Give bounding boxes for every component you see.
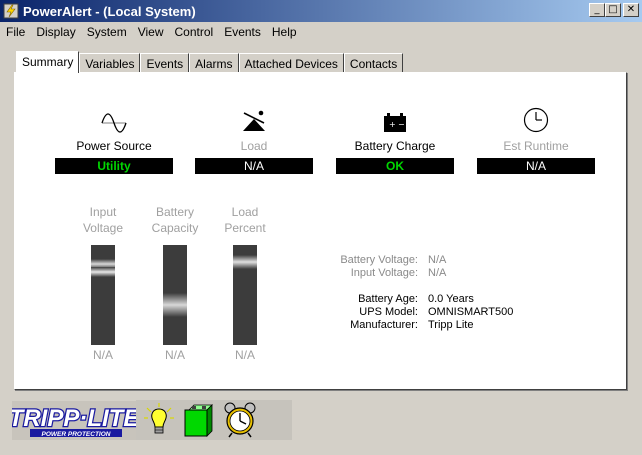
window-title: PowerAlert - (Local System) [23, 3, 196, 19]
gauge-indicator [91, 267, 115, 277]
svg-text:−: − [398, 120, 405, 129]
input-voltage-label: Input Voltage: [350, 267, 418, 279]
tab-variables[interactable]: Variables [79, 53, 141, 73]
menu-display[interactable]: Display [30, 25, 80, 39]
sine-wave-icon [101, 113, 127, 133]
tab-summary[interactable]: Summary [16, 51, 80, 73]
alarm-clock-icon[interactable] [224, 402, 256, 438]
runtime-value: N/A [477, 158, 595, 174]
power-source-status: Power Source Utility [55, 105, 173, 174]
gauge-title-line2: Percent [224, 221, 266, 235]
gauge-bar [233, 245, 257, 345]
runtime-label: Est Runtime [503, 139, 569, 153]
battery-voltage-row: Battery Voltage: N/A [300, 254, 446, 266]
gauge-bar [163, 245, 187, 345]
tab-contacts[interactable]: Contacts [343, 53, 404, 73]
lightbulb-icon[interactable] [144, 403, 174, 437]
close-button[interactable]: ✕ [623, 3, 639, 17]
maximize-button[interactable]: □ [605, 3, 621, 17]
menu-events[interactable]: Events [218, 25, 266, 39]
tab-events[interactable]: Events [140, 53, 190, 73]
menu-help[interactable]: Help [266, 25, 302, 39]
battery-charge-status: + − Battery Charge OK [336, 105, 454, 174]
brand-logo-image: TRIPP·LITE POWER PROTECTION [7, 404, 141, 438]
battery-icon: + − [384, 113, 406, 132]
gauge-value: N/A [234, 348, 255, 362]
gauge-bar [91, 245, 115, 345]
battery-voltage-label: Battery Voltage: [340, 254, 418, 266]
tripp-lite-logo: TRIPP·LITE POWER PROTECTION [7, 401, 142, 440]
brand-name: TRIPP·LITE [12, 405, 136, 432]
menu-bar: File Display System View Control Events … [0, 22, 642, 41]
scale-icon [243, 110, 265, 131]
battery-age-row: Battery Age: 0.0 Years [300, 293, 474, 305]
menu-system[interactable]: System [81, 25, 132, 39]
load-percent-gauge: Load Percent N/A [215, 204, 275, 362]
power-source-value: Utility [55, 158, 173, 174]
tab-strip: Summary Variables Events Alarms Attached… [16, 51, 404, 73]
load-label: Load [240, 139, 268, 153]
gauge-title-line2: Capacity [151, 221, 199, 235]
input-voltage-gauge: Input Voltage N/A [73, 204, 133, 362]
gauge-indicator [163, 293, 187, 317]
battery-capacity-gauge: Battery Capacity N/A [145, 204, 205, 362]
status-tray [136, 400, 292, 440]
gauge-indicator [233, 255, 257, 269]
battery-charge-value: OK [336, 158, 454, 174]
gauge-value: N/A [164, 348, 185, 362]
clock-icon [523, 107, 549, 133]
battery-voltage-value: N/A [428, 254, 447, 266]
menu-control[interactable]: Control [169, 25, 219, 39]
gauge-title-line1: Battery [155, 205, 194, 219]
svg-text:+: + [389, 120, 396, 129]
input-voltage-value: N/A [428, 267, 447, 279]
manufacturer-row: Manufacturer: Tripp Lite [300, 319, 473, 331]
tab-attached-devices[interactable]: Attached Devices [238, 53, 344, 73]
ups-model-value: OMNISMART500 [428, 306, 514, 318]
ups-model-label: UPS Model: [359, 306, 418, 318]
title-bar[interactable]: PowerAlert - (Local System) _ □ ✕ [0, 0, 642, 22]
minimize-button[interactable]: _ [589, 3, 605, 17]
brand-tagline: POWER PROTECTION [42, 431, 111, 438]
battery-green-icon[interactable] [183, 403, 213, 437]
battery-charge-label: Battery Charge [354, 139, 436, 153]
load-status: Load N/A [195, 105, 313, 174]
menu-view[interactable]: View [132, 25, 169, 39]
manufacturer-label: Manufacturer: [350, 319, 418, 331]
runtime-status: Est Runtime N/A [477, 105, 595, 174]
battery-age-label: Battery Age: [358, 293, 418, 305]
gauge-title-line2: Voltage [82, 221, 124, 235]
summary-panel: Power Source Utility Load N/A + − Batter… [14, 72, 627, 390]
load-value: N/A [195, 158, 313, 174]
manufacturer-value: Tripp Lite [428, 319, 474, 331]
battery-age-value: 0.0 Years [428, 293, 474, 305]
gauge-title-line1: Load [231, 205, 259, 219]
power-bolt-icon [3, 3, 19, 19]
power-source-label: Power Source [76, 139, 152, 153]
gauge-title-line1: Input [89, 205, 117, 219]
input-voltage-row: Input Voltage: N/A [300, 267, 447, 279]
menu-file[interactable]: File [0, 25, 30, 39]
gauge-value: N/A [92, 348, 113, 362]
tab-alarms[interactable]: Alarms [189, 53, 239, 73]
ups-model-row: UPS Model: OMNISMART500 [300, 306, 513, 318]
